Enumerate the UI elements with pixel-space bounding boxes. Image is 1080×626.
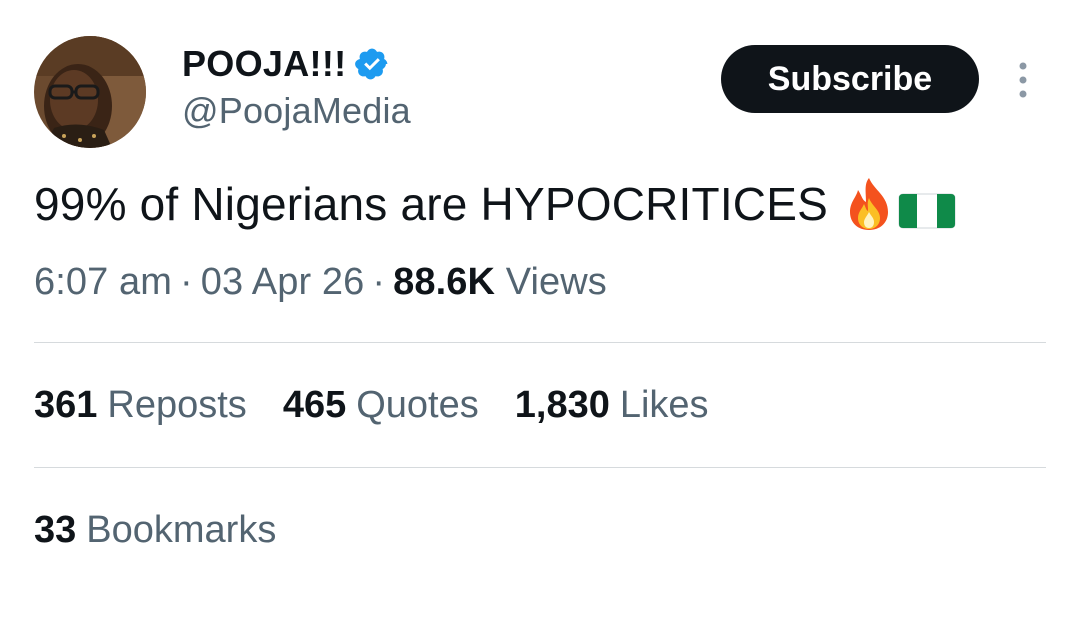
quotes-label: Quotes (356, 384, 479, 426)
tweet-date[interactable]: 03 Apr 26 (201, 261, 365, 303)
author-handle[interactable]: @PoojaMedia (182, 90, 411, 132)
tweet-body-text: 99% of Nigerians are HYPOCRITICES (34, 178, 828, 230)
reposts-label: Reposts (107, 384, 247, 426)
divider (34, 467, 1046, 468)
tweet-text: 99% of Nigerians are HYPOCRITICES (34, 176, 956, 232)
bookmarks-stat-inner: 33 Bookmarks (34, 509, 276, 552)
quotes-count: 465 (282, 384, 347, 426)
likes-label: Likes (619, 384, 709, 426)
nigeria-flag-icon (898, 186, 956, 229)
likes-count: 1,830 (514, 384, 610, 426)
author-display-name[interactable]: POOJA!!! (182, 43, 346, 85)
bookmarks-label: Bookmarks (86, 509, 277, 551)
author-name-row[interactable]: POOJA!!! (182, 42, 390, 86)
meta-separator: · (180, 261, 193, 303)
meta-separator: · (372, 261, 386, 303)
reposts-count: 361 (34, 384, 98, 426)
likes-stat[interactable]: 1,830 Likes (515, 384, 709, 427)
profile-photo-icon (34, 36, 146, 148)
divider (34, 342, 1046, 343)
avatar[interactable] (34, 36, 146, 148)
engagement-stats: 361 Reposts 465 Quotes 1,830 Likes (34, 384, 745, 427)
tweet-time[interactable]: 6:07 am (34, 261, 172, 303)
views-label: Views (505, 261, 607, 303)
tweet-meta: 6:07 am · 03 Apr 26 · 88.6K Views (34, 261, 607, 304)
views-count: 88.6K (393, 261, 496, 303)
bookmarks-stat[interactable]: 33 Bookmarks (34, 509, 276, 552)
verified-badge-icon (354, 46, 390, 82)
subscribe-button[interactable]: Subscribe (721, 45, 979, 113)
fire-icon (844, 176, 894, 232)
bookmarks-count: 33 (34, 509, 77, 551)
more-vertical-icon[interactable] (1009, 58, 1037, 102)
quotes-stat[interactable]: 465 Quotes (283, 384, 479, 427)
reposts-stat[interactable]: 361 Reposts (34, 384, 247, 427)
